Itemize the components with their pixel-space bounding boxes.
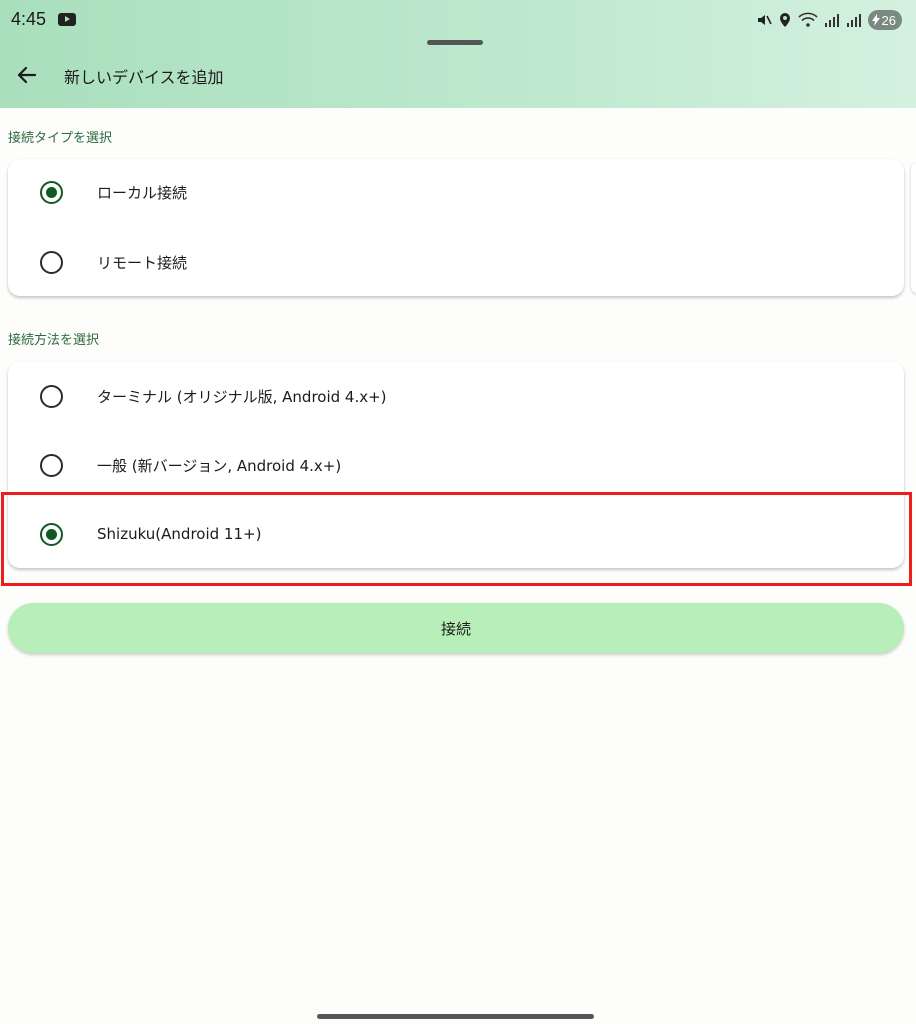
connect-button-label: 接続: [440, 619, 471, 638]
back-button[interactable]: [12, 60, 42, 90]
mute-icon: [756, 12, 772, 28]
radio-terminal[interactable]: [40, 384, 63, 408]
location-icon: [778, 12, 792, 28]
option-general[interactable]: 一般 (新バージョン, Android 4.x+): [8, 435, 904, 495]
connection-method-card: ターミナル (オリジナル版, Android 4.x+) 一般 (新バージョン,…: [8, 362, 904, 568]
option-label: ローカル接続: [97, 183, 188, 202]
option-remote-connection[interactable]: リモート接続: [8, 232, 904, 292]
sheet-handle[interactable]: [427, 40, 483, 45]
option-local-connection[interactable]: ローカル接続: [8, 162, 904, 222]
battery-level: 26: [881, 12, 896, 28]
option-terminal[interactable]: ターミナル (オリジナル版, Android 4.x+): [8, 366, 904, 426]
battery-charging-icon: 26: [867, 10, 902, 30]
option-label: ターミナル (オリジナル版, Android 4.x+): [97, 387, 387, 406]
app-header: 4:45 26 新しいデバイスを追加: [0, 0, 916, 108]
connection-method-label: 接続方法を選択: [8, 333, 100, 348]
status-icons: 26: [756, 8, 902, 32]
arrow-back-icon: [17, 66, 37, 84]
radio-remote-connection[interactable]: [40, 250, 63, 274]
option-shizuku[interactable]: Shizuku(Android 11+): [8, 504, 904, 564]
navigation-handle[interactable]: [317, 1014, 594, 1019]
status-time: 4:45: [11, 9, 47, 29]
wifi-icon: [797, 12, 818, 28]
connection-type-label: 接続タイプを選択: [8, 131, 113, 146]
radio-general[interactable]: [40, 453, 63, 477]
radio-local-connection[interactable]: [40, 180, 63, 204]
youtube-icon: [58, 13, 76, 26]
connect-button[interactable]: 接続: [8, 603, 904, 653]
option-label: Shizuku(Android 11+): [97, 525, 262, 543]
radio-shizuku[interactable]: [40, 522, 63, 546]
signal-icon: [846, 12, 862, 28]
status-bar: 4:45 26: [0, 0, 916, 40]
signal-icon: [824, 12, 840, 28]
connection-type-card: ローカル接続 リモート接続: [8, 159, 904, 296]
peek-card: [911, 162, 916, 294]
option-label: リモート接続: [97, 253, 188, 272]
page-title: 新しいデバイスを追加: [64, 68, 224, 87]
option-label: 一般 (新バージョン, Android 4.x+): [97, 456, 342, 475]
